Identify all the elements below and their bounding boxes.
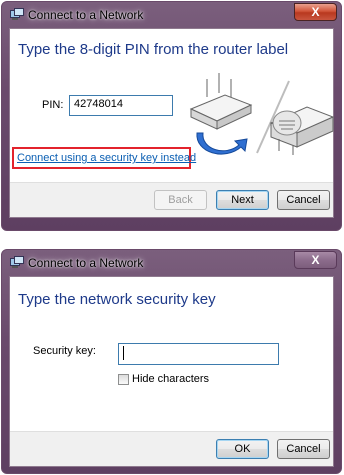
page-title: Type the 8-digit PIN from the router lab… (18, 41, 289, 58)
security-key-link[interactable]: Connect using a security key instead (17, 152, 196, 164)
close-icon: X (311, 5, 320, 19)
pin-input[interactable]: 42748014 (69, 95, 173, 116)
close-icon: X (311, 253, 320, 267)
security-key-label: Security key: (33, 345, 96, 357)
close-button[interactable]: X (294, 251, 337, 269)
router-arrow-illustration (185, 67, 335, 157)
title-bar[interactable]: Connect to a Network X (2, 2, 341, 28)
ok-button[interactable]: OK (216, 439, 269, 459)
button-bar: OK Cancel (10, 431, 333, 466)
cancel-button[interactable]: Cancel (277, 190, 330, 210)
pin-dialog: Connect to a Network X Type the 8-digit … (1, 1, 342, 231)
text-cursor (123, 346, 124, 360)
hide-characters-label[interactable]: Hide characters (132, 373, 209, 385)
security-key-dialog: Connect to a Network X Type the network … (1, 249, 342, 474)
button-bar: Back Next Cancel (10, 182, 333, 217)
pin-label: PIN: (42, 99, 64, 111)
window-title: Connect to a Network (28, 256, 144, 270)
dialog-content: Type the 8-digit PIN from the router lab… (9, 28, 335, 218)
window-title: Connect to a Network (28, 8, 144, 22)
network-app-icon (10, 8, 24, 21)
network-app-icon (10, 256, 24, 269)
hide-characters-checkbox[interactable] (118, 374, 129, 385)
back-button[interactable]: Back (154, 190, 207, 210)
security-key-input[interactable] (118, 343, 279, 365)
close-button[interactable]: X (294, 3, 337, 21)
next-button[interactable]: Next (216, 190, 269, 210)
page-title: Type the network security key (18, 291, 216, 308)
cancel-button[interactable]: Cancel (277, 439, 330, 459)
dialog-content: Type the network security key Security k… (9, 276, 334, 467)
title-bar[interactable]: Connect to a Network X (2, 250, 341, 276)
